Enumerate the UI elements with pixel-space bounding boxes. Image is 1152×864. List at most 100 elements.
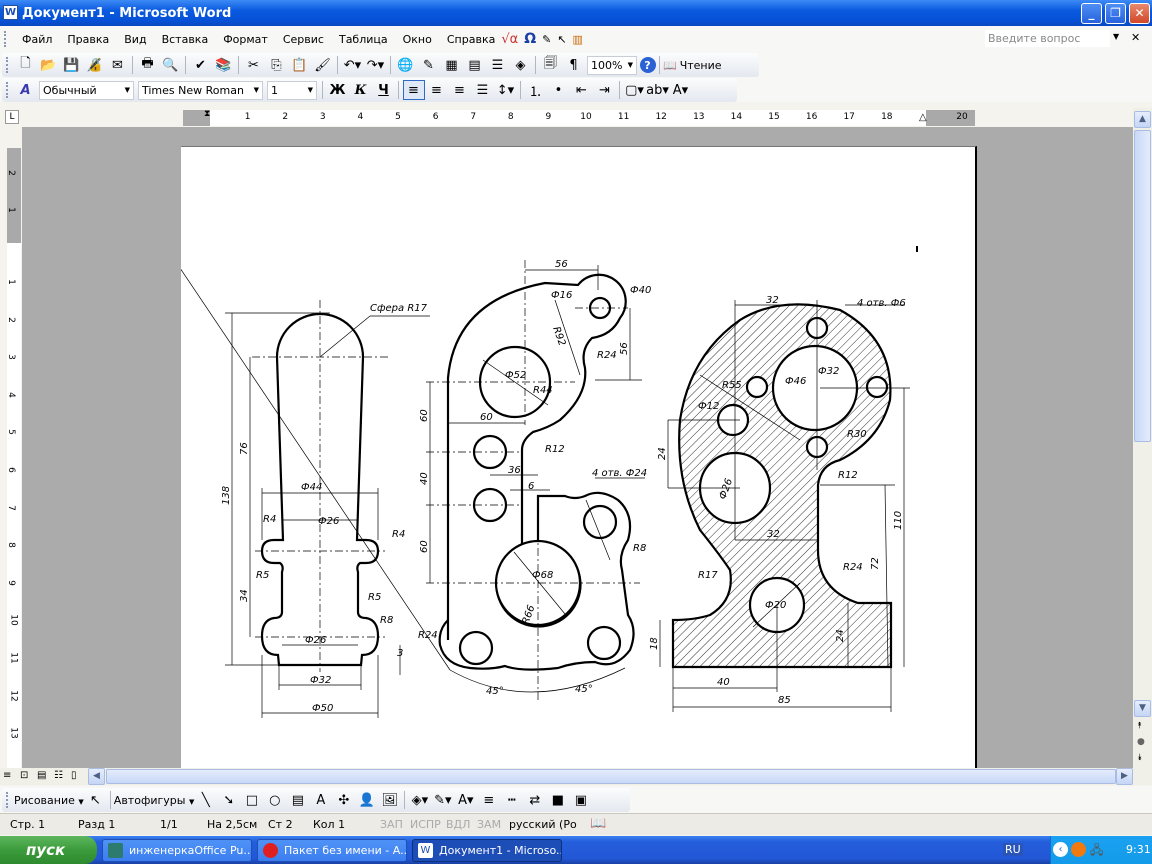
- spelling-status-icon[interactable]: 📖: [590, 816, 606, 831]
- print-preview-icon[interactable]: 🔍: [160, 55, 182, 75]
- fill-color-icon[interactable]: ◈▾: [409, 790, 431, 810]
- tab-selector[interactable]: L: [5, 110, 19, 124]
- increase-indent-icon[interactable]: ⇥: [594, 80, 616, 100]
- taskbar-item-package[interactable]: Пакет без имени - A...: [257, 839, 407, 862]
- columns-icon[interactable]: ☰: [487, 55, 509, 75]
- font-select[interactable]: Times New Roman ▼: [138, 80, 263, 100]
- select-pointer-icon[interactable]: ↖: [557, 33, 566, 46]
- picture-icon[interactable]: 🖼: [379, 790, 401, 810]
- menu-help[interactable]: Справка: [447, 33, 495, 46]
- close-button[interactable]: ✕: [1129, 3, 1150, 24]
- scroll-down-button[interactable]: ▼: [1134, 700, 1151, 717]
- rectangle-icon[interactable]: □: [241, 790, 263, 810]
- menu-format[interactable]: Формат: [223, 33, 268, 46]
- vertical-scroll-thumb[interactable]: [1134, 130, 1151, 442]
- wordart-icon[interactable]: A: [310, 790, 332, 810]
- diagram-icon[interactable]: ✣: [333, 790, 355, 810]
- email-icon[interactable]: ✉: [107, 55, 129, 75]
- previous-page-icon[interactable]: ⯭: [1137, 721, 1142, 731]
- help-dropdown-icon[interactable]: ▼: [1113, 32, 1119, 41]
- paste-icon[interactable]: 📋: [289, 55, 311, 75]
- show-hidden-icons-button[interactable]: ‹: [1053, 842, 1068, 857]
- autoshapes-menu-button[interactable]: Автофигуры ▼: [114, 794, 195, 807]
- highlight-icon[interactable]: ab▾: [646, 80, 669, 100]
- undo-icon[interactable]: ↶▾: [342, 55, 364, 75]
- status-extend[interactable]: ВДЛ: [446, 818, 470, 831]
- spelling-icon[interactable]: ✔: [190, 55, 212, 75]
- arrow-style-icon[interactable]: ⇄: [524, 790, 546, 810]
- numbering-icon[interactable]: ⒈: [525, 80, 547, 100]
- print-view-icon[interactable]: ▤: [37, 770, 46, 781]
- drawing-menu-button[interactable]: Рисование ▼: [14, 794, 84, 807]
- menu-tools[interactable]: Сервис: [283, 33, 324, 46]
- line-icon[interactable]: ╲: [195, 790, 217, 810]
- form-icon[interactable]: ✎: [542, 33, 551, 46]
- save-icon[interactable]: 💾: [61, 55, 83, 75]
- taskbar-item-publisher[interactable]: инженеркаOffice Pu...: [102, 839, 252, 862]
- help-icon[interactable]: ?: [639, 57, 656, 73]
- select-objects-icon[interactable]: ↖: [84, 790, 106, 810]
- menu-view[interactable]: Вид: [124, 33, 146, 46]
- horizontal-scrollbar[interactable]: ≡ ⊡ ▤ ☷ ▯ ◀ ▶: [0, 768, 1152, 785]
- bold-button[interactable]: Ж: [327, 80, 349, 100]
- research-icon[interactable]: 📚: [213, 55, 235, 75]
- scroll-left-button[interactable]: ◀: [88, 768, 105, 785]
- close-document-button[interactable]: ✕: [1131, 31, 1140, 44]
- styles-icon[interactable]: A: [15, 80, 37, 100]
- next-page-icon[interactable]: ⯯: [1137, 753, 1142, 763]
- line-style-icon[interactable]: ≡: [478, 790, 500, 810]
- arrow-icon[interactable]: ➘: [218, 790, 240, 810]
- indent-marker[interactable]: ⧗: [204, 109, 210, 119]
- toolbar-grip[interactable]: [4, 31, 7, 47]
- shadow-icon[interactable]: ■: [547, 790, 569, 810]
- menu-insert[interactable]: Вставка: [162, 33, 209, 46]
- style-select[interactable]: Обычный ▼: [39, 80, 134, 100]
- clock[interactable]: 9:31: [1126, 843, 1151, 856]
- clipart-icon[interactable]: 👤: [356, 790, 378, 810]
- show-formatting-icon[interactable]: ¶: [563, 55, 585, 75]
- menu-table[interactable]: Таблица: [339, 33, 388, 46]
- open-icon[interactable]: 📂: [38, 55, 60, 75]
- web-view-icon[interactable]: ⊡: [20, 770, 28, 781]
- tables-borders-icon[interactable]: ✎: [418, 55, 440, 75]
- help-search-input[interactable]: Введите вопрос: [985, 30, 1110, 47]
- right-indent-marker[interactable]: △: [919, 112, 927, 123]
- status-record[interactable]: ЗАП: [380, 818, 403, 831]
- vertical-ruler[interactable]: [7, 148, 21, 768]
- font-color-icon[interactable]: A▾: [670, 80, 692, 100]
- format-painter-icon[interactable]: 🖌: [312, 55, 334, 75]
- dash-style-icon[interactable]: ┅: [501, 790, 523, 810]
- hyperlink-icon[interactable]: 🌐: [395, 55, 417, 75]
- toolbar-grip[interactable]: [6, 792, 9, 808]
- avast-icon[interactable]: [1071, 842, 1086, 857]
- reading-mode-button[interactable]: 📖 Чтение: [663, 59, 722, 72]
- text-box-icon[interactable]: ▤: [287, 790, 309, 810]
- justify-icon[interactable]: ☰: [472, 80, 494, 100]
- font-size-select[interactable]: 1 ▼: [267, 80, 317, 100]
- chart-icon[interactable]: ▥: [573, 33, 583, 46]
- status-language[interactable]: русский (Ро: [509, 818, 577, 831]
- zoom-select[interactable]: 100% ▼: [587, 55, 637, 75]
- line-color-icon[interactable]: ✎▾: [432, 790, 454, 810]
- reading-view-icon[interactable]: ▯: [71, 770, 77, 781]
- toolbar-grip[interactable]: [6, 57, 9, 73]
- restore-button[interactable]: ❐: [1105, 3, 1126, 24]
- menu-window[interactable]: Окно: [403, 33, 432, 46]
- drawing-icon[interactable]: ◈: [510, 55, 532, 75]
- horizontal-scroll-thumb[interactable]: [106, 769, 1116, 784]
- vertical-scrollbar[interactable]: ▲ ▼ ⯭ ● ⯯: [1133, 108, 1152, 768]
- start-button[interactable]: пуск: [0, 836, 97, 864]
- oval-icon[interactable]: ○: [264, 790, 286, 810]
- line-spacing-icon[interactable]: ↕▾: [495, 80, 517, 100]
- select-browse-object-icon[interactable]: ●: [1137, 737, 1145, 747]
- underline-button[interactable]: Ч: [373, 80, 395, 100]
- italic-button[interactable]: К: [350, 80, 372, 100]
- normal-view-icon[interactable]: ≡: [3, 770, 11, 781]
- insert-excel-icon[interactable]: ▤: [464, 55, 486, 75]
- minimize-button[interactable]: _: [1081, 3, 1102, 24]
- align-center-icon[interactable]: ≡: [426, 80, 448, 100]
- new-document-icon[interactable]: 🗋: [15, 55, 37, 75]
- align-right-icon[interactable]: ≡: [449, 80, 471, 100]
- status-track-changes[interactable]: ИСПР: [410, 818, 441, 831]
- align-left-icon[interactable]: ≡: [402, 80, 425, 100]
